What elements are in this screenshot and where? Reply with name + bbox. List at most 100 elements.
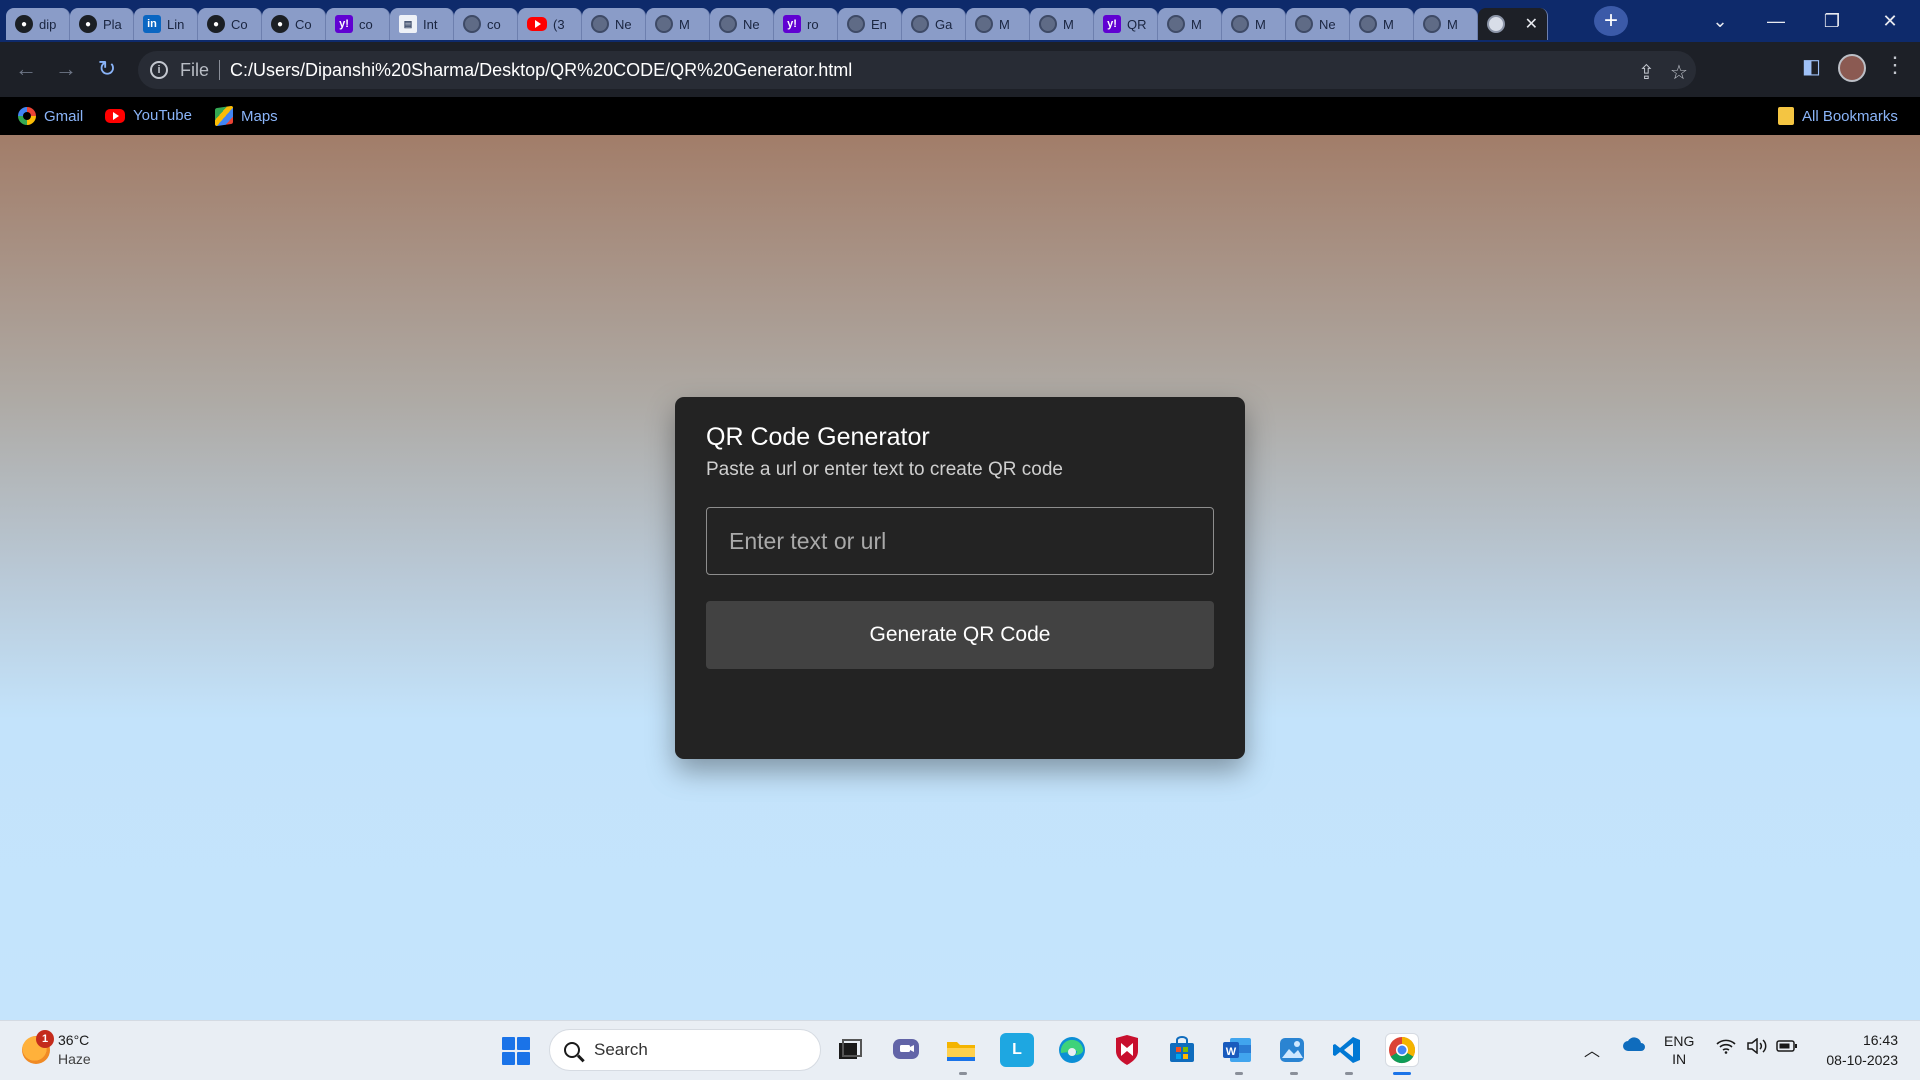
tab[interactable]: ● dip: [6, 8, 70, 40]
bookmark-maps[interactable]: Maps: [215, 105, 278, 127]
globe-icon: [1295, 15, 1313, 33]
wifi-icon[interactable]: [1716, 1038, 1736, 1058]
globe-icon: [847, 15, 865, 33]
active-indicator: [1393, 1072, 1411, 1075]
tab[interactable]: Ne: [582, 8, 646, 40]
address-bar[interactable]: i File C:/Users/Dipanshi%20Sharma/Deskto…: [138, 51, 1696, 89]
tab[interactable]: co: [454, 8, 518, 40]
tab[interactable]: (3: [518, 8, 582, 40]
globe-icon: [1423, 15, 1441, 33]
edge-icon[interactable]: [1055, 1033, 1089, 1067]
side-panel-icon[interactable]: ◧: [1802, 54, 1821, 79]
tab[interactable]: ● Co: [262, 8, 326, 40]
tab[interactable]: M: [1158, 8, 1222, 40]
tab[interactable]: M: [966, 8, 1030, 40]
youtube-icon: [105, 108, 125, 123]
yahoo-icon: y!: [783, 15, 801, 33]
microsoft-store-icon[interactable]: [1165, 1033, 1199, 1067]
tab-label: Ne: [743, 16, 760, 32]
teams-chat-icon[interactable]: [889, 1033, 923, 1067]
active-tab[interactable]: ✕: [1478, 8, 1548, 40]
tab[interactable]: ● Co: [198, 8, 262, 40]
all-bookmarks[interactable]: All Bookmarks: [1778, 107, 1898, 125]
globe-icon: [463, 15, 481, 33]
running-indicator: [959, 1072, 967, 1075]
clock-date: 08-10-2023: [1826, 1052, 1898, 1068]
tab-label: Ga: [935, 16, 953, 32]
tab[interactable]: y! QR: [1094, 8, 1158, 40]
tab-label: Co: [231, 16, 248, 32]
share-icon[interactable]: ⇪: [1638, 60, 1655, 85]
tab[interactable]: Ne: [1286, 8, 1350, 40]
globe-icon: [719, 15, 737, 33]
restore-button[interactable]: ❐: [1812, 6, 1852, 36]
bookmark-gmail[interactable]: Gmail: [18, 107, 83, 125]
tab[interactable]: in Lin: [134, 8, 198, 40]
tab-label: co: [487, 16, 501, 32]
tab[interactable]: ● Pla: [70, 8, 134, 40]
new-tab-button[interactable]: +: [1594, 6, 1628, 36]
language-code: ENG: [1664, 1033, 1695, 1049]
battery-icon[interactable]: [1776, 1039, 1798, 1057]
file-explorer-icon[interactable]: [944, 1033, 978, 1067]
reload-button[interactable]: ↻: [93, 55, 121, 83]
taskbar-search[interactable]: Search: [549, 1029, 821, 1071]
bookmark-star-icon[interactable]: ☆: [1670, 60, 1688, 85]
google-icon: [18, 107, 36, 125]
word-icon[interactable]: W: [1220, 1033, 1254, 1067]
globe-icon: [1359, 15, 1377, 33]
start-button[interactable]: [502, 1037, 530, 1065]
app-subtitle: Paste a url or enter text to create QR c…: [706, 459, 1063, 480]
forward-button[interactable]: →: [52, 55, 80, 83]
youtube-icon: [527, 17, 547, 31]
back-button[interactable]: ←: [12, 55, 40, 83]
tab-list: ● dip ● Pla in Lin ● Co ● Co y! co ▤ Int co (3 …: [6, 5, 1548, 42]
weather-widget[interactable]: 1 36°C Haze: [22, 1030, 91, 1069]
browser-toolbar: ← → ↻ i File C:/Users/Dipanshi%20Sharma/…: [0, 42, 1920, 97]
minimize-button[interactable]: —: [1756, 6, 1796, 36]
tab[interactable]: M: [1350, 8, 1414, 40]
task-view-icon[interactable]: [833, 1033, 867, 1067]
yahoo-icon: y!: [1103, 15, 1121, 33]
tab[interactable]: Ga: [902, 8, 966, 40]
l-app-icon[interactable]: L: [1000, 1033, 1034, 1067]
vscode-icon[interactable]: [1330, 1033, 1364, 1067]
generate-qr-button[interactable]: Generate QR Code: [706, 601, 1214, 669]
tab-search-icon[interactable]: ⌄: [1700, 6, 1740, 36]
globe-icon: [1167, 15, 1185, 33]
tab[interactable]: y! ro: [774, 8, 838, 40]
tab[interactable]: M: [1222, 8, 1286, 40]
tab[interactable]: Ne: [710, 8, 774, 40]
volume-icon[interactable]: [1746, 1037, 1768, 1058]
close-window-button[interactable]: ✕: [1870, 6, 1910, 36]
tab[interactable]: M: [1030, 8, 1094, 40]
qr-text-input[interactable]: [706, 507, 1214, 575]
chrome-icon[interactable]: [1385, 1033, 1419, 1067]
tab-label: (3: [553, 16, 565, 32]
tab[interactable]: En: [838, 8, 902, 40]
bookmark-youtube[interactable]: YouTube: [105, 107, 192, 124]
url-text[interactable]: C:/Users/Dipanshi%20Sharma/Desktop/QR%20…: [230, 60, 852, 81]
show-hidden-icons-chevron-icon[interactable]: ︿: [1584, 1037, 1600, 1061]
running-indicator: [1290, 1072, 1298, 1075]
photos-icon[interactable]: [1275, 1033, 1309, 1067]
github-icon: ●: [271, 15, 289, 33]
close-tab-icon[interactable]: ✕: [1525, 14, 1538, 34]
language-indicator[interactable]: ENG IN: [1664, 1032, 1694, 1068]
tab[interactable]: M: [646, 8, 710, 40]
mcafee-icon[interactable]: [1110, 1033, 1144, 1067]
region-code: IN: [1672, 1051, 1687, 1067]
tab-label: Ne: [1319, 16, 1336, 32]
globe-icon: [975, 15, 993, 33]
tab[interactable]: y! co: [326, 8, 390, 40]
tab[interactable]: ▤ Int: [390, 8, 454, 40]
profile-avatar[interactable]: [1838, 54, 1866, 82]
onedrive-icon[interactable]: [1622, 1036, 1646, 1056]
bookmark-label: YouTube: [133, 107, 192, 124]
running-indicator: [1235, 1072, 1243, 1075]
maps-icon: [215, 105, 233, 127]
system-clock[interactable]: 16:43 08-10-2023: [1808, 1030, 1898, 1070]
tab[interactable]: M: [1414, 8, 1478, 40]
info-icon[interactable]: i: [150, 61, 168, 79]
menu-icon[interactable]: ⋮: [1884, 52, 1906, 78]
